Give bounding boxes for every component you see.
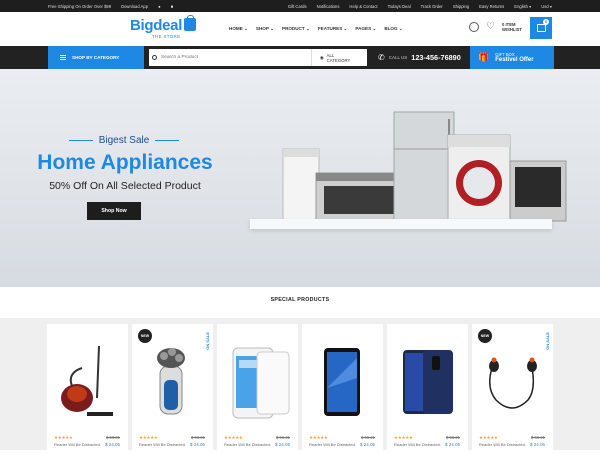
shop-by-category-button[interactable]: SHOP BY CATEGORY (48, 46, 144, 69)
cart-count: 0 (543, 19, 549, 25)
product-card[interactable]: ★★★★★ $ 56.21 Reader Will Be Distracted.… (387, 324, 468, 454)
apple-icon[interactable]: ● (158, 4, 161, 9)
gift-icon: 🎁 (478, 52, 490, 62)
white-smartphone-image (232, 347, 290, 419)
products-section: ★★★★★ $ 56.21 Reader Will Be Distracted.… (0, 318, 600, 454)
product-card[interactable]: ★★★★★ $ 56.21 Reader Will Be Distracted.… (302, 324, 383, 454)
price: $ 24.05 (359, 442, 375, 447)
download-app-link[interactable]: Download App (121, 4, 148, 9)
shop-by-category-label: SHOP BY CATEGORY (72, 55, 120, 60)
vacuum-cleaner-image (61, 345, 113, 416)
product-description: Reader Will Be Distracted. (139, 442, 186, 447)
old-price: $ 56.21 (361, 435, 375, 440)
price: $ 24.05 (189, 442, 205, 447)
track-order-link[interactable]: Track Order (421, 4, 443, 9)
black-smartphone-image (324, 348, 360, 416)
price: $ 24.05 (529, 442, 545, 447)
cart-button[interactable]: 0 (530, 17, 552, 39)
old-price: $ 56.21 (446, 435, 460, 440)
main-nav: HOME ⌄ SHOP ⌄ PRODUCT ⌄ FEATURES ⌄ PAGES… (229, 26, 403, 32)
top-bar: Free Shipping On Order Over $99 Download… (0, 0, 600, 12)
special-products-title: SPECIAL PRODUCTS (270, 297, 330, 303)
search-icon[interactable] (152, 55, 158, 60)
logo-tagline: THE STORE (152, 34, 181, 39)
hero-title: Home Appliances (37, 151, 213, 174)
product-description: Reader Will Be Distracted. (54, 442, 101, 447)
price: $ 24.05 (274, 442, 290, 447)
shopping-bag-logo-icon (184, 15, 197, 31)
shop-now-button[interactable]: Shop Now (87, 202, 141, 220)
rating-stars: ★★★★★ (139, 435, 158, 440)
nav-features[interactable]: FEATURES ⌄ (318, 26, 348, 32)
product-card[interactable]: ★★★★★ $ 56.21 Reader Will Be Distracted.… (47, 324, 128, 454)
phone-number[interactable]: 123-456-76890 (411, 53, 461, 62)
shipping-link[interactable]: Shipping (453, 4, 469, 9)
phone-icon: ✆ (378, 53, 385, 62)
product-description: Reader Will Be Distracted. (394, 442, 441, 447)
currency-select[interactable]: Usd ▾ (541, 4, 552, 9)
old-price: $ 56.21 (106, 435, 120, 440)
logo[interactable]: Bigdeal THE STORE (130, 15, 197, 39)
language-select[interactable]: English ▾ (514, 4, 531, 9)
category-select[interactable]: ◉ ALL CATEGORY (310, 49, 367, 66)
product-card[interactable]: NEW ON SALE ★★★★★ $ 56.21 Reader Will Be… (472, 324, 553, 454)
old-price: $ 56.21 (276, 435, 290, 440)
todays-deal-link[interactable]: Todays Deal (388, 4, 411, 9)
product-description: Reader Will Be Distracted. (309, 442, 356, 447)
nav-pages[interactable]: PAGES ⌄ (355, 26, 376, 32)
home-appliances-image (282, 111, 567, 224)
earphones-image (489, 357, 537, 409)
product-card[interactable]: NEW ON SALE ★★★★★ $ 56.21 Reader Will Be… (132, 324, 213, 454)
old-price: $ 56.21 (531, 435, 545, 440)
wishlist-link[interactable]: 0 ITEM WISHLIST (502, 22, 522, 32)
festive-offer-label: Festivel Offer (495, 56, 534, 63)
hero-banner: Bigest Sale Home Appliances 50% Off On A… (0, 69, 600, 287)
shelf (250, 219, 552, 229)
product-description: Reader Will Be Distracted. (479, 442, 526, 447)
nav-home[interactable]: HOME ⌄ (229, 26, 248, 32)
header: Bigdeal THE STORE HOME ⌄ SHOP ⌄ PRODUCT … (0, 12, 600, 46)
logo-text: Bigdeal (130, 17, 183, 34)
user-icon[interactable] (469, 22, 480, 32)
rating-stars: ★★★★★ (224, 435, 243, 440)
gift-cards-link[interactable]: Gift Cards (288, 4, 307, 9)
wishlist-label: WISHLIST (501, 27, 522, 32)
rating-stars: ★★★★★ (309, 435, 328, 440)
search-bar-row: SHOP BY CATEGORY ◉ ALL CATEGORY ✆ CALL U… (0, 46, 600, 69)
product-card[interactable]: ★★★★★ $ 56.21 Reader Will Be Distracted.… (217, 324, 298, 454)
shaver-image (157, 348, 185, 415)
rating-stars: ★★★★★ (394, 435, 413, 440)
cart-icon (536, 24, 546, 32)
rating-stars: ★★★★★ (479, 435, 498, 440)
help-contact-link[interactable]: Help & Contact (349, 4, 377, 9)
nav-product[interactable]: PRODUCT ⌄ (282, 26, 310, 32)
easy-returns-link[interactable]: Easy Returns (479, 4, 504, 9)
gift-box-offer[interactable]: 🎁 GIFT BOX Festivel Offer (470, 46, 554, 69)
free-shipping-text: Free Shipping On Order Over $99 (48, 3, 112, 9)
price: $ 24.05 (444, 442, 460, 447)
search-box: ◉ ALL CATEGORY (149, 49, 367, 66)
product-description: Reader Will Be Distracted. (224, 442, 271, 447)
hero-kicker: Bigest Sale (46, 135, 202, 146)
galaxy-phone-image (403, 350, 453, 414)
nav-shop[interactable]: SHOP ⌄ (256, 26, 274, 32)
call-us: ✆ CALL US 123-456-76890 (378, 46, 461, 69)
search-input[interactable] (160, 55, 311, 60)
android-icon[interactable]: ■ (171, 4, 174, 9)
notifications-link[interactable]: Notifications (317, 4, 340, 9)
menu-icon (60, 55, 66, 60)
nav-blog[interactable]: BLOG ⌄ (384, 26, 402, 32)
heart-icon[interactable]: ♡ (486, 22, 495, 32)
call-us-label: CALL US (388, 55, 408, 60)
rating-stars: ★★★★★ (54, 435, 73, 440)
old-price: $ 56.21 (191, 435, 205, 440)
hero-subtitle: 50% Off On All Selected Product (49, 180, 201, 192)
price: $ 24.05 (104, 442, 120, 447)
